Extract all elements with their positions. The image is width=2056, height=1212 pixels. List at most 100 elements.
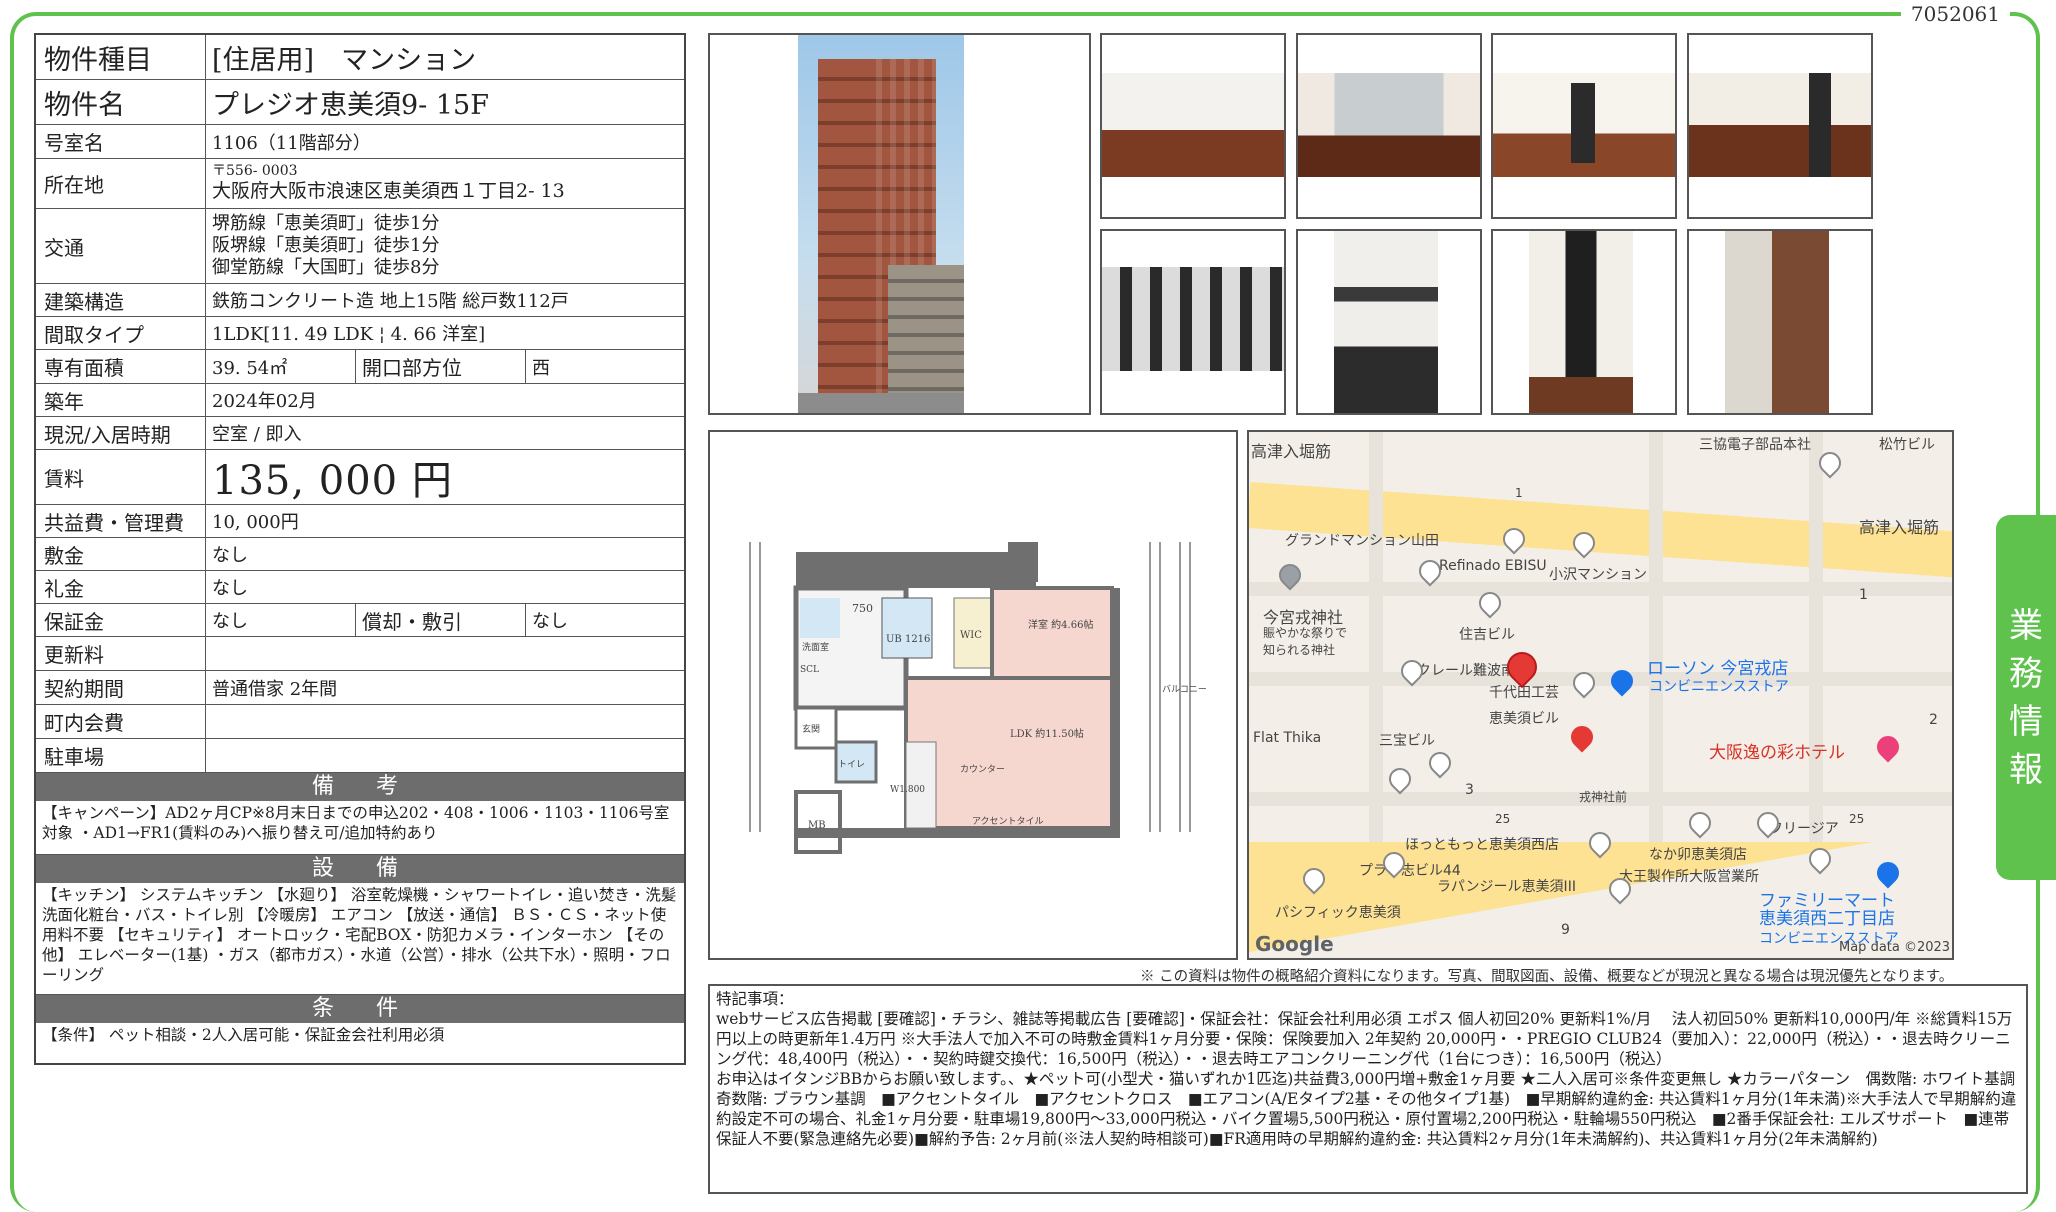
business-info-tab[interactable]: 業 務 情 報	[1996, 515, 2056, 880]
value-area: 39. 54㎡	[206, 350, 356, 383]
tab-char: 報	[2009, 749, 2043, 790]
row-community: 町内会費	[36, 705, 684, 739]
zip-code: 〒556- 0003	[212, 163, 298, 180]
row-area: 専有面積 39. 54㎡ 開口部方位 西	[36, 350, 684, 384]
row-room: 号室名 1106（11階部分）	[36, 125, 684, 159]
value-status: 空室 / 即入	[212, 424, 302, 445]
plan-label: WIC	[960, 630, 982, 641]
kitchen-image	[1334, 231, 1438, 413]
value-name: プレジオ恵美須9- 15F	[212, 89, 489, 121]
exterior-photo	[708, 33, 1091, 415]
bathroom-image	[1725, 231, 1829, 413]
map-label: ファミリーマート 恵美須西二丁目店	[1759, 891, 1895, 929]
remarks-heading: 備 考	[36, 773, 684, 801]
map-label: パシフィック恵美須	[1275, 905, 1401, 921]
store-pin-icon[interactable]	[1606, 665, 1638, 697]
hallway-photo	[1491, 229, 1677, 415]
address-text: 大阪府大阪市浪速区恵美須西１丁目2- 13	[212, 180, 565, 203]
map-label: ラパンジール恵美須III	[1437, 879, 1576, 895]
google-logo: Google	[1255, 932, 1334, 956]
room-photo	[1491, 33, 1677, 219]
property-spec-table: 物件種目 [住居用] マンション 物件名 プレジオ恵美須9- 15F 号室名 1…	[34, 33, 686, 1065]
map-label: 小沢マンション	[1549, 567, 1647, 583]
conditions-heading: 条 件	[36, 995, 684, 1023]
plan-label: アクセントタイル	[972, 816, 1044, 827]
room-image	[1102, 267, 1284, 371]
map-label: Flat Thika	[1253, 730, 1322, 746]
equipment-text: 【キッチン】 システムキッチン 【水廻り】 浴室乾燥機・シャワートイレ・追い焚き…	[36, 883, 684, 995]
room-image	[1689, 73, 1871, 177]
map-pin-icon[interactable]	[1424, 747, 1456, 779]
map-label: なか卯恵美須店	[1649, 847, 1747, 863]
value-type: [住居用] マンション	[212, 44, 477, 76]
map-label: 1	[1515, 486, 1523, 500]
floor-plan: 750 洗面室 UB 1216 WIC 洋室 約4.66帖 SCL 玄関 トイレ…	[708, 430, 1238, 960]
plan-label: バルコニー	[1162, 684, 1207, 695]
hotel-pin-icon[interactable]	[1872, 731, 1904, 763]
hospital-pin-icon[interactable]	[1566, 721, 1598, 753]
plan-label: W1.800	[890, 785, 925, 795]
location-map[interactable]: 高津入堀筋 三協電子部品本社 松竹ビル 高津入堀筋 グランドマンション山田 Re…	[1247, 430, 1954, 960]
value-access: 堺筋線「恵美須町」徒歩1分 阪堺線「恵美須町」徒歩1分 御堂筋線「大国町」徒歩8…	[206, 209, 684, 283]
floor-plan-drawing: 750 洗面室 UB 1216 WIC 洋室 約4.66帖 SCL 玄関 トイレ…	[749, 542, 1207, 854]
label-name: 物件名	[36, 80, 206, 124]
label-guarantee: 保証金	[36, 604, 206, 636]
map-label: 三協電子部品本社	[1699, 437, 1811, 453]
area-split: 39. 54㎡ 開口部方位 西	[206, 350, 684, 383]
map-label: 25	[1849, 812, 1865, 826]
guarantee-split: なし 償却・敷引 なし	[206, 604, 684, 636]
map-label: 恵美須ビル	[1489, 711, 1559, 727]
label-key-money: 礼金	[36, 571, 206, 603]
row-guarantee: 保証金 なし 償却・敷引 なし	[36, 604, 684, 637]
map-label: 2	[1929, 712, 1938, 728]
map-label: 9	[1561, 922, 1570, 938]
plan-label: UB 1216	[886, 634, 930, 645]
map-label: フリージア	[1769, 821, 1839, 837]
plan-label: 玄関	[802, 723, 820, 735]
value-structure: 鉄筋コンクリート造 地上15階 総戸数112戸	[212, 291, 569, 312]
conditions-text: 【条件】 ペット相談・2人入居可能・保証金会社利用必須	[42, 1026, 445, 1044]
special-notes: 特記事項： webサービス広告掲載 [要確認]・チラシ、雑誌等掲載広告 [要確認…	[708, 984, 2028, 1194]
value-rent: 135, 000 円	[212, 458, 453, 504]
map-label: ほっともっと恵美須西店	[1405, 837, 1559, 853]
row-name: 物件名 プレジオ恵美須9- 15F	[36, 80, 684, 125]
value-amortization: なし	[532, 611, 568, 632]
map-label: 賑やかな祭りで 知られる神社	[1263, 626, 1348, 657]
room-image	[1102, 73, 1284, 177]
map-label: 大阪逸の彩ホテル	[1709, 743, 1845, 763]
row-deposit: 敷金 なし	[36, 538, 684, 571]
label-renewal: 更新料	[36, 637, 206, 670]
label-deposit: 敷金	[36, 538, 206, 570]
label-area: 専有面積	[36, 350, 206, 383]
value-parking	[206, 739, 684, 772]
row-renewal: 更新料	[36, 637, 684, 671]
value-room: 1106（11階部分）	[212, 132, 371, 154]
map-label: 25	[1495, 812, 1511, 826]
room-photo	[1100, 33, 1286, 219]
tab-char: 業	[2009, 605, 2043, 646]
row-status: 現況/入居時期 空室 / 即入	[36, 417, 684, 450]
map-label: 大王製作所大阪営業所	[1619, 869, 1759, 885]
map-label: Refinado EBISU	[1439, 558, 1547, 574]
row-rent: 賃料 135, 000 円	[36, 450, 684, 505]
plan-label: MB	[808, 820, 826, 831]
map-label: コンビニエンスストア	[1649, 679, 1789, 695]
value-orientation: 西	[532, 357, 550, 379]
map-label: 高津入堀筋	[1859, 518, 1940, 537]
map-label: 住吉ビル	[1459, 627, 1515, 643]
room-photo	[1100, 229, 1286, 415]
map-label: 松竹ビル	[1879, 437, 1935, 453]
equipment-heading: 設 備	[36, 855, 684, 883]
map-pin-icon[interactable]	[1684, 807, 1716, 839]
room-image	[1298, 73, 1480, 177]
row-key-money: 礼金 なし	[36, 571, 684, 604]
label-built: 築年	[36, 384, 206, 416]
value-community	[206, 705, 684, 738]
map-pin-icon[interactable]	[1384, 763, 1416, 795]
map-label: グランドマンション山田	[1285, 533, 1439, 549]
value-renewal	[206, 637, 684, 670]
value-deposit: なし	[212, 545, 248, 566]
access-line: 御堂筋線「大国町」徒歩8分	[212, 256, 440, 278]
row-type: 物件種目 [住居用] マンション	[36, 35, 684, 80]
map-label: 高津入堀筋	[1251, 442, 1332, 461]
